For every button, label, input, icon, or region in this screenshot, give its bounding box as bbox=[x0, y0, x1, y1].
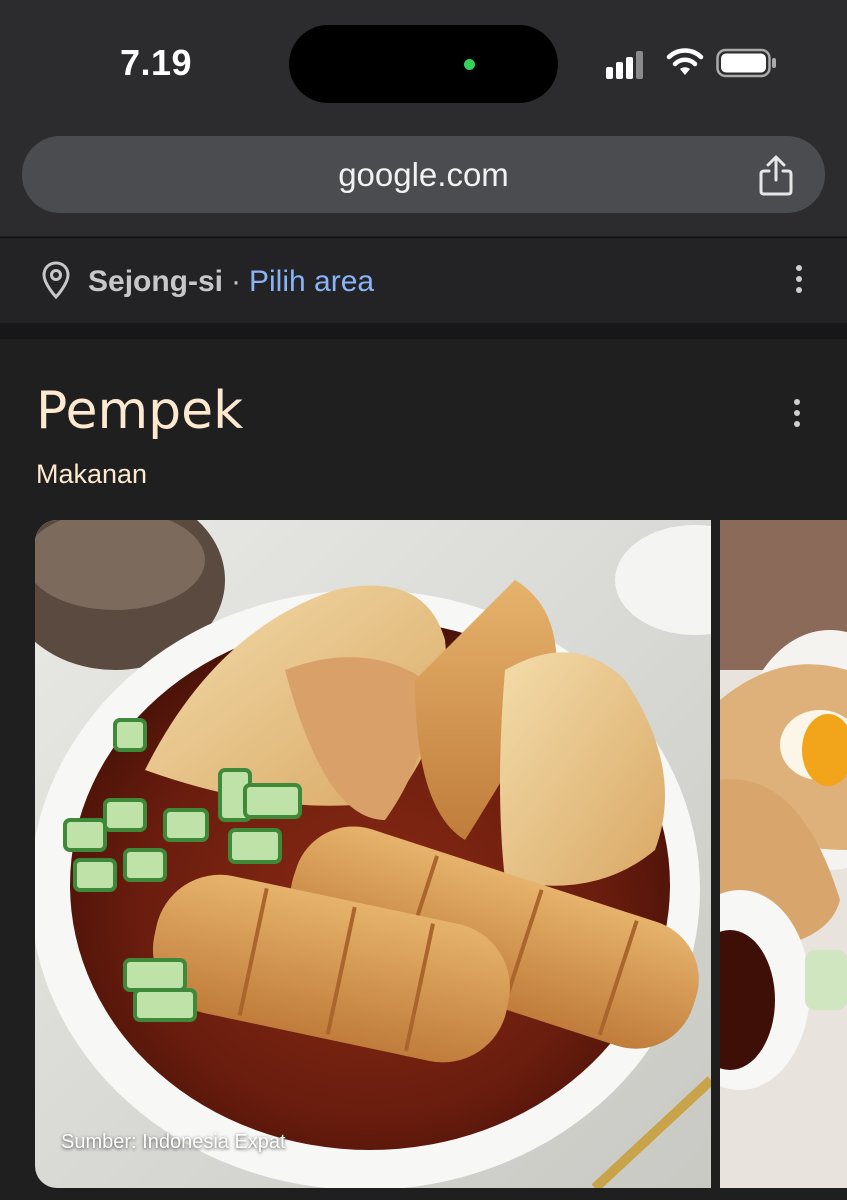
location-city: Sejong-si bbox=[88, 265, 224, 298]
food-image-second[interactable] bbox=[720, 520, 847, 1188]
panel-title: Pempek bbox=[36, 381, 244, 441]
image-source-caption: Sumber: Indonesia Expat bbox=[61, 1131, 286, 1153]
dynamic-island bbox=[289, 25, 558, 103]
wifi-icon bbox=[666, 48, 704, 75]
address-bar[interactable]: google.com bbox=[22, 136, 825, 213]
choose-area-link[interactable]: Pilih area bbox=[249, 265, 374, 299]
pempek-photo-2 bbox=[720, 520, 847, 1188]
section-divider bbox=[0, 323, 847, 339]
cellular-signal-icon bbox=[606, 47, 652, 79]
location-separator: · bbox=[231, 265, 241, 298]
camera-indicator-dot bbox=[464, 59, 475, 70]
panel-more-options-icon[interactable] bbox=[792, 399, 802, 431]
knowledge-panel: Pempek Makanan Sumber: Indonesia Expat bbox=[0, 339, 847, 1200]
location-more-options-icon[interactable] bbox=[794, 265, 804, 297]
panel-subtitle: Makanan bbox=[36, 459, 148, 489]
browser-chrome: 7.19 google.com bbox=[0, 0, 847, 236]
pempek-photo bbox=[35, 520, 711, 1188]
location-row: Sejong-si · Pilih area bbox=[0, 237, 847, 323]
status-time: 7.19 bbox=[120, 42, 193, 83]
url-text[interactable]: google.com bbox=[22, 156, 825, 194]
share-icon[interactable] bbox=[756, 154, 796, 196]
battery-icon bbox=[716, 48, 776, 78]
food-image-main[interactable]: Sumber: Indonesia Expat bbox=[35, 520, 711, 1188]
location-pin-icon bbox=[42, 261, 70, 300]
